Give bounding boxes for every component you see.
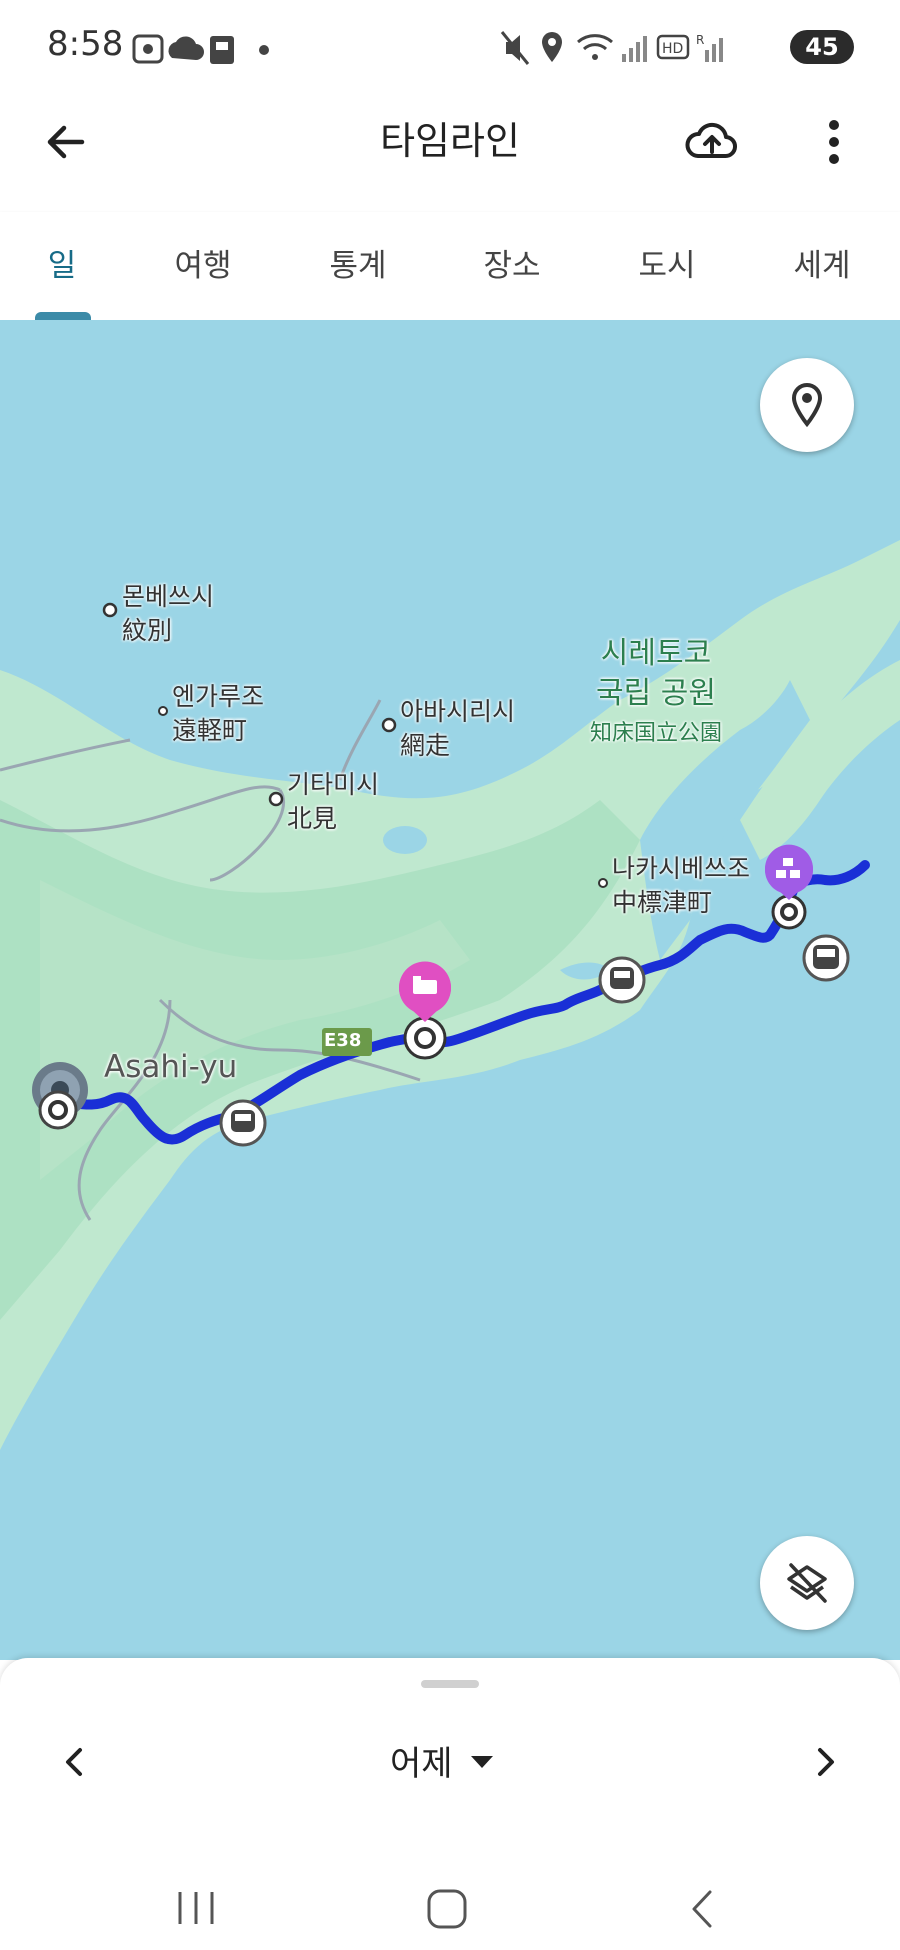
map-label-abashiri-ko: 아바시리시 bbox=[400, 697, 516, 726]
chevron-left-icon[interactable] bbox=[54, 1742, 94, 1782]
date-label[interactable]: 어제 bbox=[390, 1736, 453, 1785]
chevron-right-icon[interactable] bbox=[806, 1742, 846, 1782]
more-vert-icon[interactable] bbox=[802, 110, 866, 174]
dot-icon bbox=[259, 45, 269, 55]
page-title: 타임라인 bbox=[380, 119, 520, 163]
back-icon[interactable] bbox=[682, 1886, 722, 1932]
status-right-icons: HD R bbox=[500, 31, 723, 65]
system-nav-bar bbox=[0, 1868, 900, 1950]
map-label-kitami-ko: 기타미시 bbox=[287, 770, 380, 799]
map-label-engaru-ko: 엔가루조 bbox=[172, 682, 265, 711]
status-time: 8:58 bbox=[47, 24, 124, 64]
city-dot-monbetsu bbox=[102, 602, 118, 618]
map-label-nakashibetsu-ja: 中標津町 bbox=[612, 888, 713, 917]
caret-down-icon[interactable] bbox=[468, 1752, 496, 1772]
status-left-icons bbox=[132, 34, 269, 64]
tab-world[interactable]: 세계 bbox=[762, 240, 882, 285]
map-label-kitami-ja: 北見 bbox=[287, 804, 338, 833]
home-icon[interactable] bbox=[424, 1886, 470, 1932]
map-view[interactable]: 몬베쓰시 紋別 엔가루조 遠軽町 아바시리시 網走 기타미시 北見 시레토코 국… bbox=[0, 320, 900, 1660]
status-bar: 8:58 HD R 45 bbox=[0, 0, 900, 92]
route-badge-e38: E38 bbox=[324, 1030, 362, 1051]
active-tab-indicator bbox=[35, 312, 91, 320]
stop-marker-poi bbox=[765, 844, 813, 930]
map-label-shiretoko-line1: 시레토코 bbox=[600, 636, 712, 671]
tab-bar: 일 여행 통계 장소 도시 세계 bbox=[0, 212, 900, 320]
map-label-abashiri: 아바시리시 網走 bbox=[400, 695, 515, 763]
battery-icon: 45 bbox=[790, 30, 854, 64]
map-label-monbetsu-ja: 紋別 bbox=[122, 616, 173, 645]
location-icon bbox=[542, 32, 562, 62]
tab-trips[interactable]: 여행 bbox=[143, 240, 263, 285]
signal-r-icon: R bbox=[696, 33, 723, 62]
cloud-icon bbox=[168, 36, 204, 60]
tab-places[interactable]: 장소 bbox=[452, 240, 572, 285]
bottom-sheet: 어제 bbox=[0, 1658, 900, 1868]
screenshot-icon bbox=[132, 34, 164, 64]
city-dot-nakashibetsu bbox=[598, 878, 608, 888]
bus-marker bbox=[802, 934, 850, 982]
svg-text:R: R bbox=[696, 33, 704, 47]
map-label-shiretoko-line2: 국립 공원 bbox=[596, 676, 716, 711]
city-dot-kitami bbox=[268, 791, 284, 807]
recent-apps-icon[interactable] bbox=[172, 1888, 220, 1928]
mute-icon bbox=[500, 31, 530, 65]
battery-level: 45 bbox=[805, 33, 839, 61]
map-label-monbetsu-ko: 몬베쓰시 bbox=[122, 582, 215, 611]
map-label-nakashibetsu-ko: 나카시베쓰조 bbox=[612, 854, 751, 883]
map-canvas bbox=[0, 540, 900, 1450]
map-label-engaru-ja: 遠軽町 bbox=[172, 716, 248, 745]
map-label-monbetsu: 몬베쓰시 紋別 bbox=[122, 580, 214, 648]
signal-icon bbox=[622, 36, 647, 62]
map-label-kitami: 기타미시 北見 bbox=[287, 768, 379, 836]
cloud-upload-icon[interactable] bbox=[680, 110, 744, 174]
location-pin-icon bbox=[791, 382, 823, 428]
layers-off-icon bbox=[787, 1563, 827, 1603]
city-dot-abashiri bbox=[381, 717, 397, 733]
app-icon bbox=[210, 36, 234, 64]
svg-text:HD: HD bbox=[662, 41, 683, 57]
layers-toggle-button[interactable] bbox=[760, 1536, 854, 1630]
tab-day[interactable]: 일 bbox=[2, 240, 122, 285]
tab-insights[interactable]: 통계 bbox=[298, 240, 418, 285]
map-label-shiretoko: 시레토코 국립 공원 知床国立公園 bbox=[590, 634, 722, 754]
tab-cities[interactable]: 도시 bbox=[607, 240, 727, 285]
city-dot-engaru bbox=[158, 706, 168, 716]
wifi-icon bbox=[577, 34, 613, 60]
app-bar: 타임라인 bbox=[0, 92, 900, 192]
hd-icon: HD bbox=[656, 34, 690, 60]
map-label-engaru: 엔가루조 遠軽町 bbox=[172, 680, 264, 748]
train-marker-2 bbox=[598, 956, 646, 1004]
map-label-shiretoko-ja: 知床国立公園 bbox=[590, 721, 723, 746]
drag-handle[interactable] bbox=[421, 1680, 479, 1688]
train-marker-1 bbox=[219, 1099, 267, 1147]
map-label-abashiri-ja: 網走 bbox=[400, 731, 451, 760]
location-button[interactable] bbox=[760, 358, 854, 452]
lake-1 bbox=[383, 826, 427, 854]
map-label-nakashibetsu: 나카시베쓰조 中標津町 bbox=[612, 852, 750, 920]
place-name-asahi-yu[interactable]: Asahi-yu bbox=[104, 1050, 237, 1084]
